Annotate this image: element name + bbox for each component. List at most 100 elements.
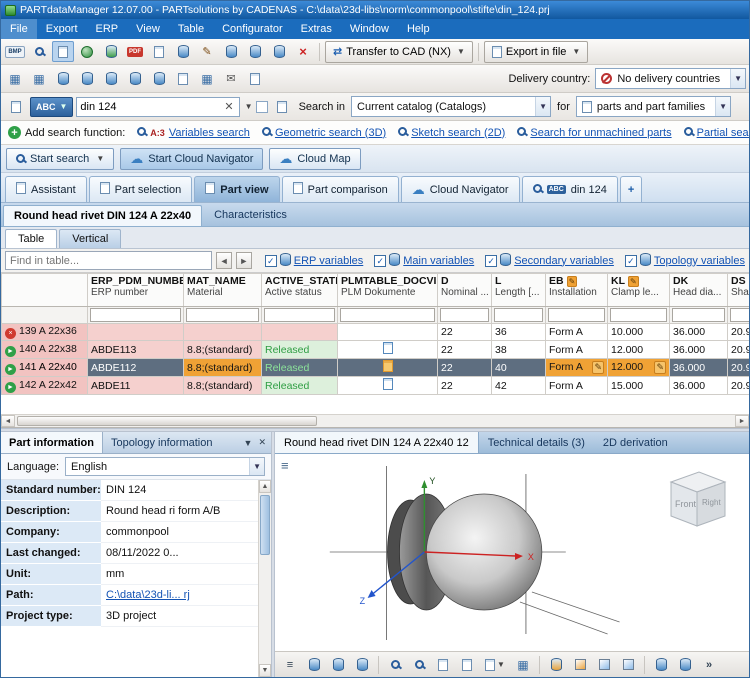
search-function-link[interactable]: Variables search	[169, 127, 250, 139]
search-in-select[interactable]: Current catalog (Catalogs) ▼	[351, 96, 551, 117]
search-for-select[interactable]: parts and part families ▼	[576, 96, 731, 117]
checkbox-erp-variables[interactable]: ✓	[265, 255, 277, 267]
length-l-cell[interactable]: 40	[492, 359, 546, 377]
tab-technical-details[interactable]: Technical details (3)	[479, 432, 594, 453]
search-input[interactable]	[80, 101, 222, 113]
column-filter-input[interactable]	[548, 308, 605, 322]
nominal-d-cell[interactable]: 22	[438, 359, 492, 377]
viewport-menu-icon[interactable]: ≡	[281, 458, 289, 473]
installation-eb-cell[interactable]: Form A✎	[546, 359, 608, 377]
column-filter-input[interactable]	[264, 308, 335, 322]
tag-icon[interactable]	[271, 96, 293, 117]
column-header-active-state[interactable]: ACTIVE_STATEActive status	[262, 274, 338, 307]
clamp-kl-cell[interactable]: 10.000	[608, 324, 670, 341]
info-value[interactable]: C:\data\23d-li... rj	[101, 585, 258, 606]
nominal-d-cell[interactable]: 22	[438, 324, 492, 341]
cube-blue-icon[interactable]	[593, 654, 615, 675]
column-header-dk[interactable]: DKHead dia...	[670, 274, 728, 307]
shank-ds-cell[interactable]: 20.9	[728, 377, 750, 395]
tab-part-document[interactable]: Round head rivet DIN 124 A 22x40	[3, 205, 202, 226]
find-in-table-input[interactable]	[5, 251, 212, 270]
length-l-cell[interactable]: 38	[492, 341, 546, 359]
column-header-kl[interactable]: KL✎Clamp le...	[608, 274, 670, 307]
db-mail-icon[interactable]: ✉	[220, 68, 242, 89]
plm-document-cell[interactable]	[338, 341, 438, 359]
column-filter-input[interactable]	[186, 308, 259, 322]
tab-3d-view[interactable]: Round head rivet DIN 124 A 22x40 12	[275, 432, 479, 453]
active-status-cell[interactable]: Released	[262, 377, 338, 395]
screenshot-icon[interactable]	[52, 41, 74, 62]
zoom-out-icon[interactable]	[408, 654, 430, 675]
scroll-up-icon[interactable]: ▲	[259, 480, 271, 493]
menu-item-export[interactable]: Export	[37, 19, 87, 39]
active-status-cell[interactable]: Released	[262, 359, 338, 377]
db-b-icon[interactable]	[76, 68, 98, 89]
plm-document-cell[interactable]	[338, 359, 438, 377]
panel-dropdown-icon[interactable]: ▼	[244, 438, 253, 448]
cube-iso-icon[interactable]	[617, 654, 639, 675]
orientation-cube[interactable]: Front Right	[661, 462, 735, 534]
search-option-checkbox[interactable]	[256, 101, 268, 113]
tab-assistant[interactable]: Assistant	[5, 176, 87, 202]
table-layout-icon[interactable]: ▦	[196, 68, 218, 89]
active-status-cell[interactable]: Released	[262, 341, 338, 359]
start-search-button[interactable]: Start search ▼	[6, 148, 114, 170]
column-header-d[interactable]: DNominal ...	[438, 274, 492, 307]
column-header-erp-pdm-number[interactable]: ERP_PDM_NUMBERERP number	[88, 274, 184, 307]
tab-table[interactable]: Table	[5, 229, 57, 248]
db-delete-icon[interactable]: ×	[292, 41, 314, 62]
head-dia-dk-cell[interactable]: 36.000	[670, 324, 728, 341]
material-cell[interactable]: 8.8;(standard)	[184, 341, 262, 359]
scroll-right-icon[interactable]: ►	[735, 415, 749, 427]
clamp-kl-cell[interactable]: 12.000	[608, 341, 670, 359]
db-green-icon[interactable]	[100, 41, 122, 62]
abc-search-mode-button[interactable]: ABC ▼	[30, 97, 73, 117]
monitor-icon[interactable]	[244, 68, 266, 89]
search-function-link[interactable]: Geometric search (3D)	[275, 127, 386, 139]
plm-document-cell[interactable]	[338, 324, 438, 341]
table-row-141[interactable]: ►141 A 22x40ABDE1128.8;(standard)Release…	[2, 359, 750, 377]
scroll-left-icon[interactable]: ◄	[1, 415, 15, 427]
view-menu-icon[interactable]: ≡	[279, 654, 301, 675]
table-row-142[interactable]: ►142 A 22x42ABDE118.8;(standard)Released…	[2, 377, 750, 395]
scrollbar-thumb[interactable]	[17, 416, 317, 426]
shank-ds-cell[interactable]: 20.9	[728, 324, 750, 341]
db-edit-icon[interactable]: ✎	[196, 41, 218, 62]
tab-2d-derivation[interactable]: 2D derivation	[594, 432, 677, 453]
bom-grid-icon[interactable]: ▦	[4, 68, 26, 89]
clamp-kl-cell[interactable]: 12.000✎	[608, 359, 670, 377]
nominal-d-cell[interactable]: 22	[438, 377, 492, 395]
installation-eb-cell[interactable]: Form A	[546, 324, 608, 341]
shank-ds-cell[interactable]: 20.9	[728, 359, 750, 377]
material-cell[interactable]	[184, 324, 262, 341]
menu-item-table[interactable]: Table	[169, 19, 213, 39]
horizontal-scrollbar[interactable]: ◄ ►	[1, 414, 749, 427]
column-header-eb[interactable]: EB✎Installation	[546, 274, 608, 307]
start-cloud-navigator-button[interactable]: ☁ Start Cloud Navigator	[120, 148, 263, 170]
material-cell[interactable]: 8.8;(standard)	[184, 359, 262, 377]
column-header-l[interactable]: LLength [...	[492, 274, 546, 307]
column-header-plmtable-docview[interactable]: PLMTABLE_DOCVIEWPLM Dokumente	[338, 274, 438, 307]
shank-ds-cell[interactable]: 20.9	[728, 341, 750, 359]
search-function-link[interactable]: Sketch search (2D)	[411, 127, 505, 139]
find-previous-button[interactable]: ◄	[216, 252, 232, 269]
pdf-export-icon[interactable]: PDF	[124, 41, 146, 62]
tab-topology-information[interactable]: Topology information	[103, 432, 221, 453]
menu-item-erp[interactable]: ERP	[87, 19, 128, 39]
erp-number-cell[interactable]: ABDE112	[88, 359, 184, 377]
search-function-link[interactable]: Search for unmachined parts	[530, 127, 671, 139]
menu-item-configurator[interactable]: Configurator	[213, 19, 292, 39]
checkbox-main-variables[interactable]: ✓	[374, 255, 386, 267]
installation-eb-cell[interactable]: Form A	[546, 341, 608, 359]
language-select[interactable]: English ▼	[65, 457, 265, 476]
head-dia-dk-cell[interactable]: 36.000	[670, 341, 728, 359]
bmp-export-icon[interactable]: BMP	[4, 41, 26, 62]
column-filter-input[interactable]	[494, 308, 543, 322]
column-header-mat-name[interactable]: MAT_NAMEMaterial	[184, 274, 262, 307]
globe-green-icon[interactable]	[76, 41, 98, 62]
tab-characteristics[interactable]: Characteristics	[204, 203, 297, 226]
filter-label-topology-variables[interactable]: Topology variables	[654, 255, 745, 267]
db-style1-icon[interactable]	[303, 654, 325, 675]
erp-number-cell[interactable]: ABDE113	[88, 341, 184, 359]
db-stack-icon[interactable]	[220, 41, 242, 62]
